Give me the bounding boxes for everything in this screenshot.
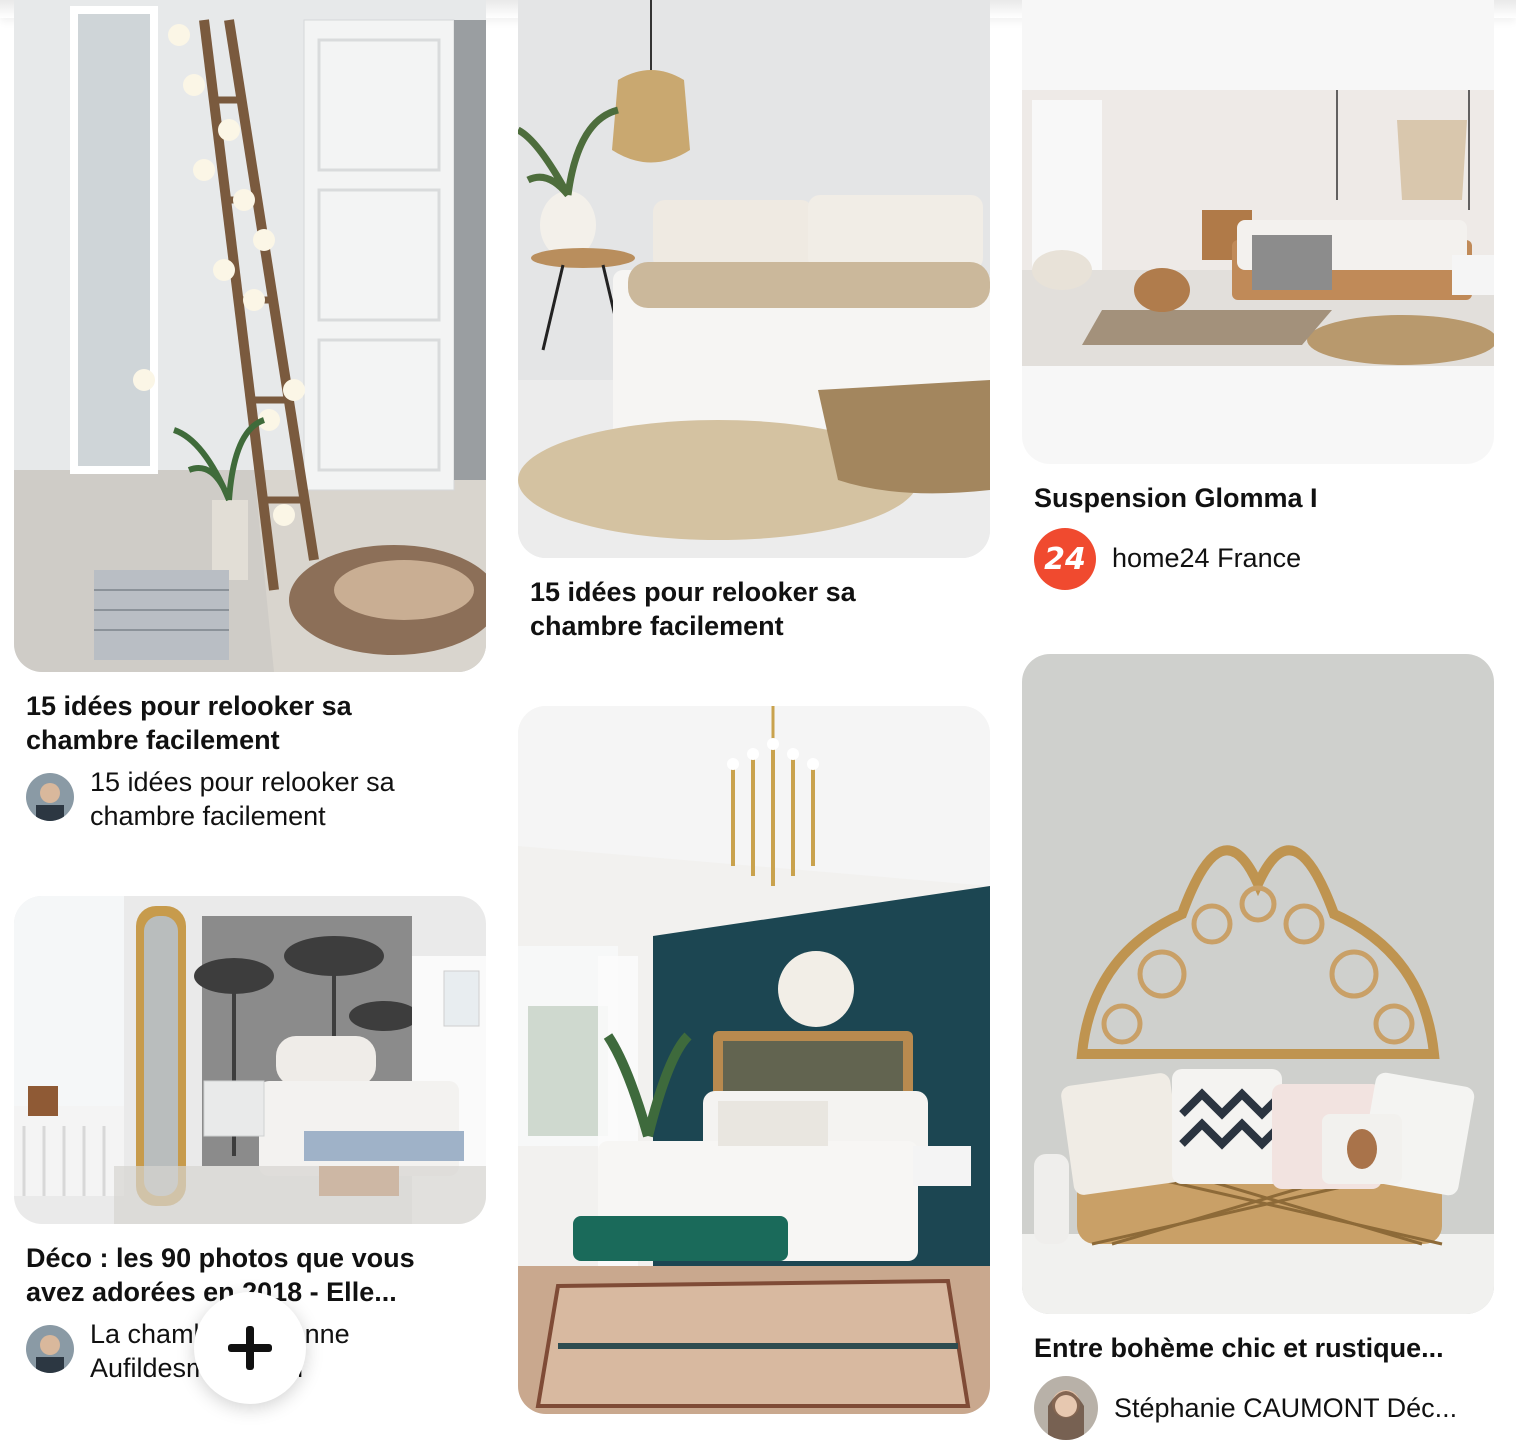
source-name: home24 France (1112, 543, 1302, 573)
pin-image[interactable] (14, 896, 486, 1224)
avatar (26, 773, 74, 821)
pin-card[interactable]: Suspension Glomma I 24 home24 France (1022, 0, 1494, 600)
home24-logo: 24 (1034, 528, 1096, 590)
pin-title[interactable]: Entre bohème chic et rustique... (1034, 1331, 1484, 1365)
avatar (1034, 1376, 1098, 1440)
pin-title[interactable]: Suspension Glomma I (1034, 481, 1474, 515)
logo-badge-text: 24 (1044, 541, 1086, 577)
avatar (26, 1325, 74, 1373)
pin-image[interactable] (14, 0, 486, 672)
pin-source[interactable]: Stéphanie CAUMONT Déc... (1034, 1376, 1484, 1440)
pin-card[interactable]: 15 idées pour relooker sa chambre facile… (14, 0, 486, 840)
source-name: 15 idées pour relooker sa chambre facile… (90, 767, 395, 831)
pin-title[interactable]: 15 idées pour relooker sa chambre facile… (530, 575, 950, 643)
source-name: Stéphanie CAUMONT Déc... (1114, 1393, 1458, 1423)
pin-image[interactable] (1022, 654, 1494, 1314)
pin-source[interactable]: 15 idées pour relooker sa chambre facile… (26, 765, 466, 833)
create-pin-button[interactable] (194, 1292, 306, 1404)
pin-title[interactable]: 15 idées pour relooker sa chambre facile… (26, 689, 456, 757)
pin-card[interactable]: 15 idées pour relooker sa chambre facile… (518, 0, 990, 650)
pin-image[interactable] (518, 0, 990, 558)
pin-source[interactable]: 24 home24 France (1034, 528, 1474, 590)
pin-card[interactable]: Entre bohème chic et rustique... Stéphan… (1022, 654, 1494, 1440)
plus-icon (228, 1326, 272, 1370)
pin-image[interactable] (518, 706, 990, 1414)
pin-card[interactable] (518, 706, 990, 1414)
pin-image[interactable] (1022, 0, 1494, 464)
